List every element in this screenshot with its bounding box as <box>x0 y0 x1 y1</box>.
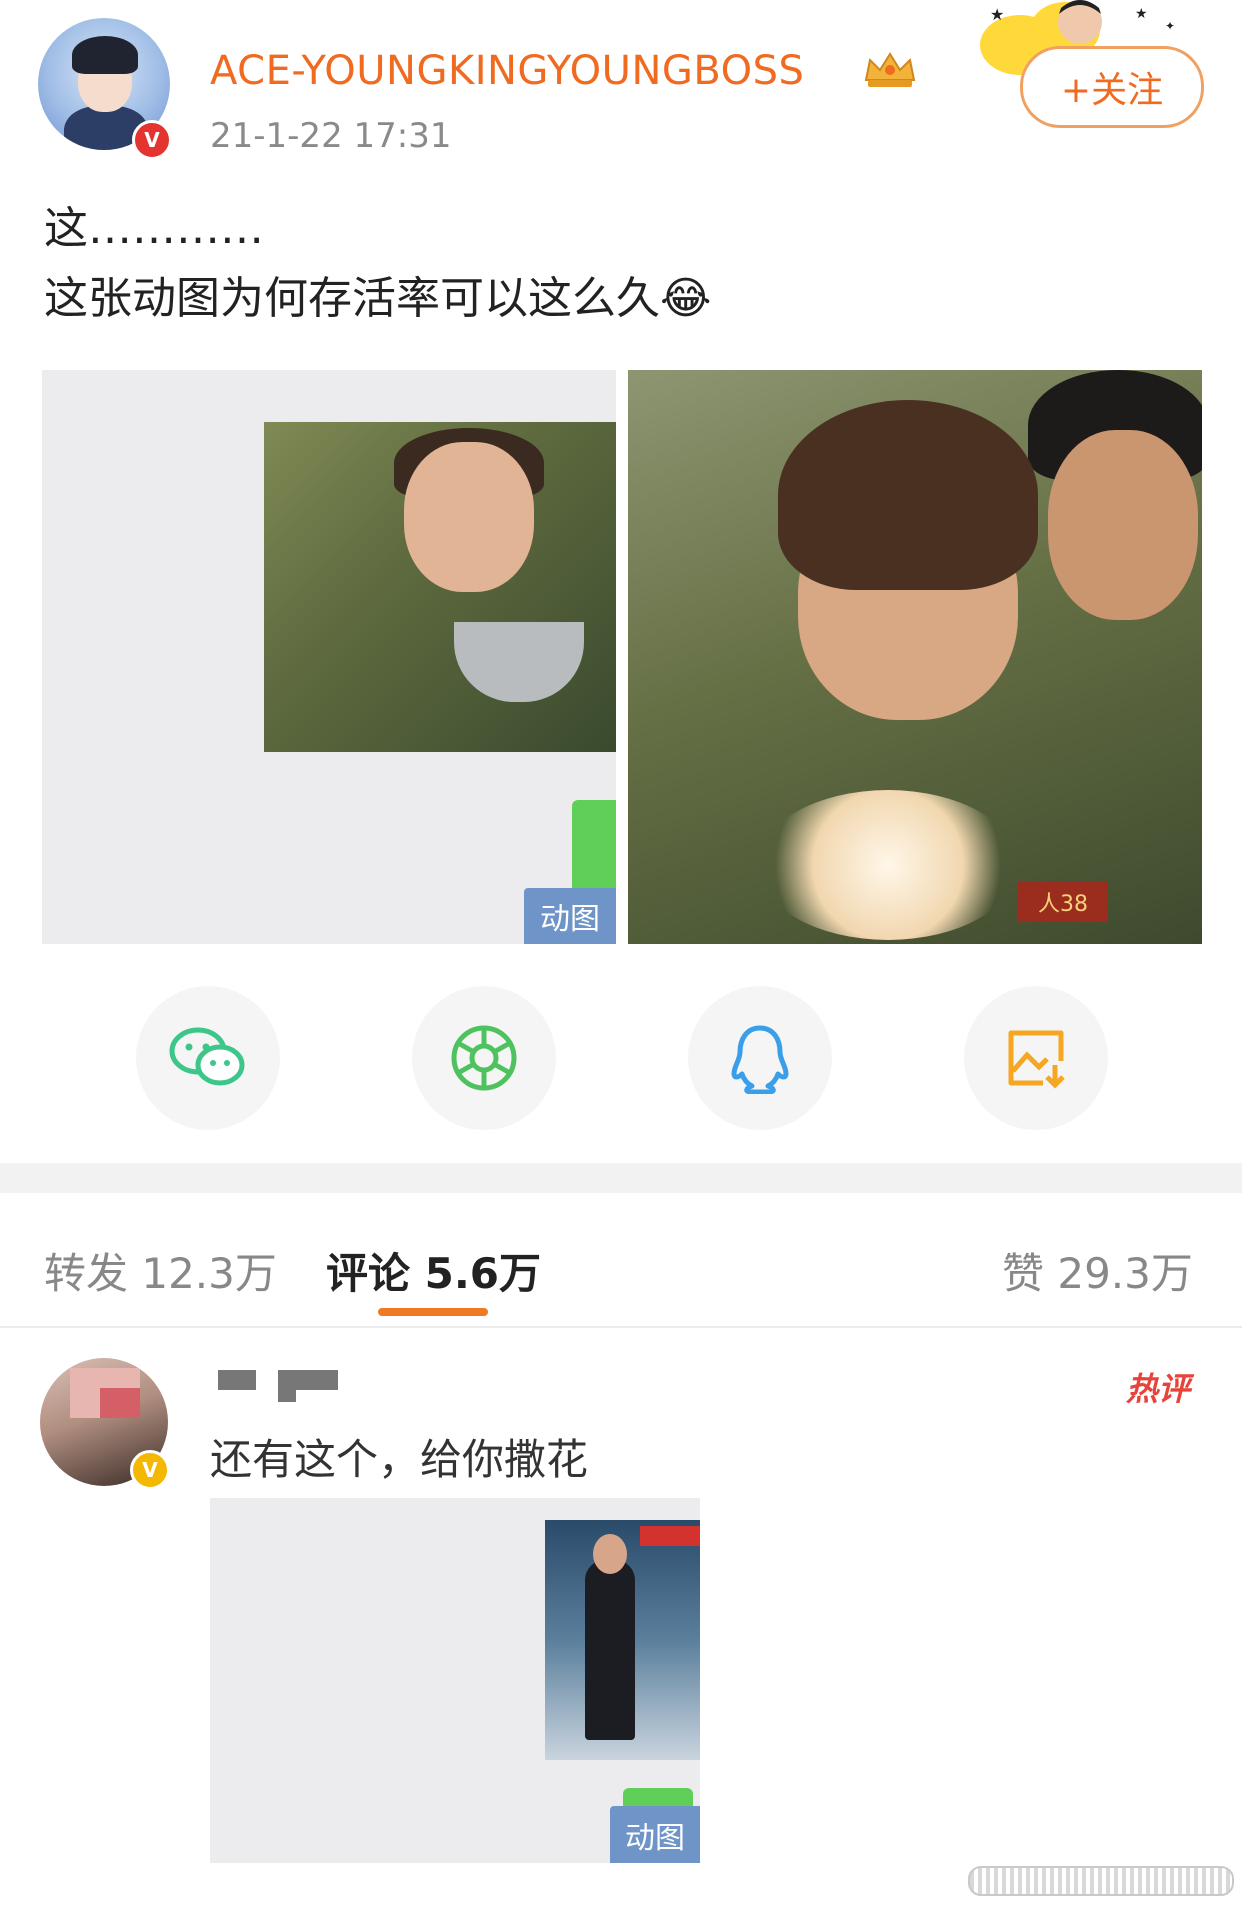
gif-tag: 动图 <box>524 888 616 944</box>
verified-badge-icon: V <box>130 1450 170 1490</box>
save-image-button[interactable] <box>964 986 1108 1130</box>
qq-icon <box>731 1025 789 1094</box>
save-image-icon <box>1008 1030 1065 1089</box>
wechat-icon <box>169 1027 245 1086</box>
post-image-1[interactable]: 动图 <box>42 370 616 944</box>
post-text-line-2: 这张动图为何存活率可以这么久😂 <box>44 262 711 326</box>
tab-comments[interactable]: 评论 5.6万 <box>326 1240 541 1301</box>
hot-comment-badge: 热评 <box>1126 1370 1191 1408</box>
moments-icon <box>451 1025 517 1091</box>
post-text: 这张动图为何存活率可以这么久 <box>44 273 660 324</box>
tabs-divider <box>0 1326 1242 1328</box>
share-moments-button[interactable] <box>412 986 556 1130</box>
commenter-name-redacted[interactable] <box>218 1370 338 1402</box>
comment-image[interactable]: 动图 <box>210 1498 700 1863</box>
follow-button[interactable]: +关注 <box>1020 46 1204 128</box>
author-name[interactable]: ACE-YOUNGKINGYOUNGBOSS <box>210 48 804 94</box>
horizontal-scroll-indicator[interactable] <box>968 1866 1234 1896</box>
laugh-cry-emoji-icon: 😂 <box>660 273 712 324</box>
section-divider <box>0 1163 1242 1193</box>
tab-repost[interactable]: 转发 12.3万 <box>44 1240 277 1301</box>
post-image-2[interactable]: 人38 <box>628 370 1202 944</box>
gif-tag: 动图 <box>610 1806 700 1863</box>
crown-icon <box>864 52 916 87</box>
post-timestamp: 21-1-22 17:31 <box>210 116 452 156</box>
svg-text:★: ★ <box>1135 6 1148 22</box>
svg-text:✦: ✦ <box>1165 19 1175 33</box>
active-tab-indicator <box>378 1308 488 1316</box>
share-qq-button[interactable] <box>688 986 832 1130</box>
comment-text: 还有这个，给你撒花 <box>210 1435 589 1484</box>
share-wechat-button[interactable] <box>136 986 280 1130</box>
svg-text:★: ★ <box>990 5 1004 24</box>
post-text-line-1: 这………… <box>44 203 264 254</box>
tab-likes[interactable]: 赞 29.3万 <box>1002 1240 1193 1301</box>
verified-badge-icon: V <box>132 120 172 160</box>
